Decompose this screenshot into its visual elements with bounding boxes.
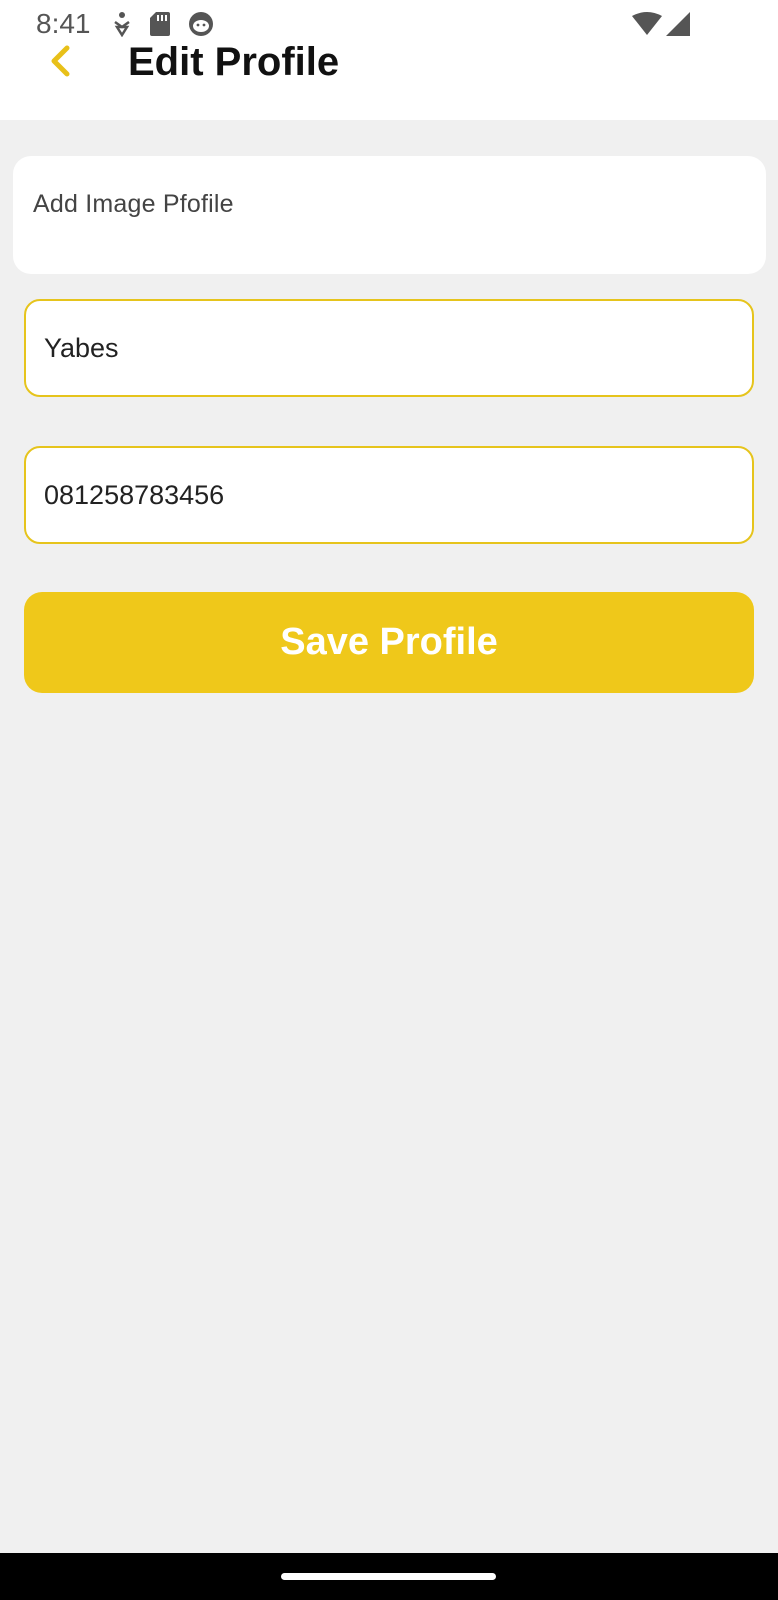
phone-input[interactable] — [44, 448, 734, 542]
edit-profile-screen: 8:41 Edit Profile Add Image Pfofile Yabe… — [0, 0, 778, 1600]
phone-field-container — [24, 446, 754, 544]
add-image-profile-label: Add Image Pfofile — [33, 190, 234, 218]
cat-face-icon — [188, 11, 214, 37]
status-icons-left — [112, 10, 214, 38]
name-input[interactable] — [44, 301, 734, 395]
wifi-icon — [632, 12, 662, 36]
back-button[interactable] — [38, 36, 82, 86]
status-icons-right — [632, 10, 690, 38]
sd-card-icon — [150, 11, 170, 37]
accessibility-icon — [112, 11, 132, 37]
chevron-left-icon — [47, 44, 73, 78]
save-profile-button[interactable]: Save Profile — [24, 592, 754, 693]
cellular-signal-icon — [666, 12, 690, 36]
page-title: Edit Profile — [128, 40, 340, 84]
top-bar: 8:41 Edit Profile — [0, 0, 778, 120]
name-field-container — [24, 299, 754, 397]
home-indicator[interactable] — [281, 1573, 496, 1580]
add-image-profile-card[interactable]: Add Image Pfofile — [13, 156, 766, 274]
